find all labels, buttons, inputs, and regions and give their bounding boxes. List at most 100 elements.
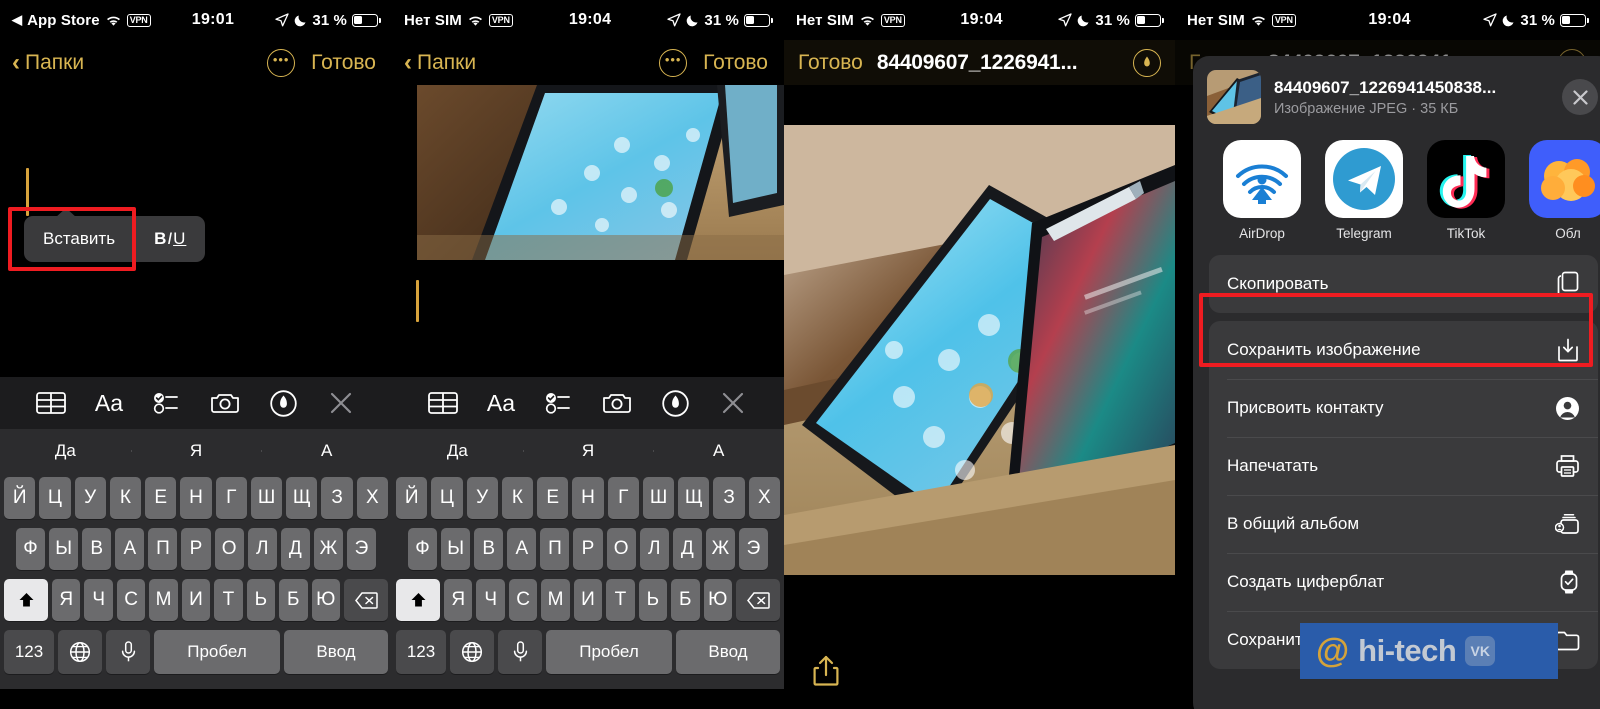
table-icon[interactable] (426, 388, 460, 418)
key-Ь[interactable]: Ь (638, 579, 668, 621)
markup-pen-icon[interactable] (658, 388, 692, 418)
key-О[interactable]: О (214, 528, 244, 570)
prediction-2[interactable]: А (261, 441, 392, 461)
key-Ф[interactable]: Ф (15, 528, 46, 570)
key-А[interactable]: А (507, 528, 537, 570)
markup-icon[interactable] (1133, 48, 1161, 77)
key-И[interactable]: И (573, 579, 603, 621)
close-icon[interactable] (1562, 79, 1598, 115)
key-Ц[interactable]: Ц (431, 477, 463, 519)
prediction-1[interactable]: Я (522, 441, 654, 461)
key-Й[interactable]: Й (396, 477, 428, 519)
key-Ц[interactable]: Ц (39, 477, 71, 519)
key-В[interactable]: В (82, 528, 112, 570)
share-app-airdrop[interactable]: AirDrop (1223, 140, 1301, 241)
key-С[interactable]: С (508, 579, 538, 621)
key-Ы[interactable]: Ы (49, 528, 79, 570)
share-app-cloud[interactable]: Обл (1529, 140, 1600, 241)
action-assign-contact[interactable]: Присвоить контакту (1209, 379, 1598, 437)
done-button[interactable]: Готово (311, 51, 376, 75)
key-Ь[interactable]: Ь (246, 579, 276, 621)
key-П[interactable]: П (148, 528, 178, 570)
pasted-image[interactable] (417, 85, 784, 260)
share-app-tiktok[interactable]: TikTok (1427, 140, 1505, 241)
key-Й[interactable]: Й (4, 477, 36, 519)
close-icon[interactable] (716, 388, 750, 418)
text-format-icon[interactable]: Aa (92, 388, 126, 418)
key-К[interactable]: К (501, 477, 534, 519)
share-button[interactable] (806, 649, 846, 693)
key-Н[interactable]: Н (572, 477, 604, 519)
key-Е[interactable]: Е (145, 477, 177, 519)
backspace-key[interactable] (736, 579, 780, 621)
key-З[interactable]: З (713, 477, 745, 519)
key-Ч[interactable]: Ч (84, 579, 113, 621)
key-Ф[interactable]: Ф (407, 528, 438, 570)
key-Б[interactable]: Б (279, 579, 308, 621)
format-biu-button[interactable]: BIU (135, 216, 205, 262)
key-Ш[interactable]: Ш (250, 477, 283, 519)
mic-key[interactable] (106, 630, 150, 674)
note-editor[interactable] (392, 85, 784, 377)
text-format-icon[interactable]: Aa (484, 388, 518, 418)
key-Д[interactable]: Д (672, 528, 702, 570)
key-Н[interactable]: Н (180, 477, 212, 519)
back-to-app-arrow[interactable]: ◀ (12, 12, 22, 28)
key-Щ[interactable]: Щ (678, 477, 710, 519)
numbers-key[interactable]: 123 (396, 630, 446, 674)
key-М[interactable]: М (149, 579, 178, 621)
key-Г[interactable]: Г (215, 477, 247, 519)
enter-key[interactable]: Ввод (676, 630, 780, 674)
key-У[interactable]: У (74, 477, 106, 519)
key-Я[interactable]: Я (444, 579, 473, 621)
key-Р[interactable]: Р (573, 528, 603, 570)
action-print[interactable]: Напечатать (1209, 437, 1598, 495)
key-Э[interactable]: Э (738, 528, 769, 570)
key-С[interactable]: С (116, 579, 146, 621)
key-Ю[interactable]: Ю (311, 579, 340, 621)
key-З[interactable]: З (321, 477, 353, 519)
action-shared-album[interactable]: В общий альбом (1209, 495, 1598, 553)
key-О[interactable]: О (606, 528, 636, 570)
back-button[interactable]: ‹ Папки (404, 50, 476, 75)
globe-key[interactable] (450, 630, 494, 674)
key-Ж[interactable]: Ж (705, 528, 735, 570)
key-Б[interactable]: Б (671, 579, 700, 621)
prediction-1[interactable]: Я (130, 441, 262, 461)
more-button[interactable]: ••• (659, 48, 688, 77)
checklist-icon[interactable] (542, 388, 576, 418)
camera-icon[interactable] (208, 388, 242, 418)
close-icon[interactable] (324, 388, 358, 418)
paste-button[interactable]: Вставить (24, 216, 134, 262)
space-key[interactable]: Пробел (154, 630, 280, 674)
space-key[interactable]: Пробел (546, 630, 672, 674)
key-И[interactable]: И (181, 579, 211, 621)
mic-key[interactable] (498, 630, 542, 674)
key-Ч[interactable]: Ч (476, 579, 505, 621)
camera-icon[interactable] (600, 388, 634, 418)
globe-key[interactable] (58, 630, 102, 674)
key-Л[interactable]: Л (639, 528, 669, 570)
done-button[interactable]: Готово (798, 51, 863, 75)
more-button[interactable]: ••• (267, 48, 296, 77)
checklist-icon[interactable] (150, 388, 184, 418)
key-Г[interactable]: Г (607, 477, 639, 519)
key-Д[interactable]: Д (280, 528, 310, 570)
key-Х[interactable]: Х (356, 477, 388, 519)
numbers-key[interactable]: 123 (4, 630, 54, 674)
photo-stage[interactable] (784, 85, 1175, 709)
key-Ю[interactable]: Ю (703, 579, 732, 621)
key-К[interactable]: К (109, 477, 142, 519)
key-П[interactable]: П (540, 528, 570, 570)
action-copy[interactable]: Скопировать (1209, 255, 1598, 313)
shift-key[interactable] (396, 579, 440, 621)
done-button[interactable]: Готово (703, 51, 768, 75)
prediction-2[interactable]: А (653, 441, 784, 461)
photo-image[interactable] (784, 125, 1175, 575)
back-button[interactable]: ‹ Папки (12, 50, 84, 75)
backspace-key[interactable] (344, 579, 388, 621)
key-Ы[interactable]: Ы (441, 528, 471, 570)
key-Х[interactable]: Х (748, 477, 780, 519)
share-app-telegram[interactable]: Telegram (1325, 140, 1403, 241)
key-Л[interactable]: Л (247, 528, 277, 570)
